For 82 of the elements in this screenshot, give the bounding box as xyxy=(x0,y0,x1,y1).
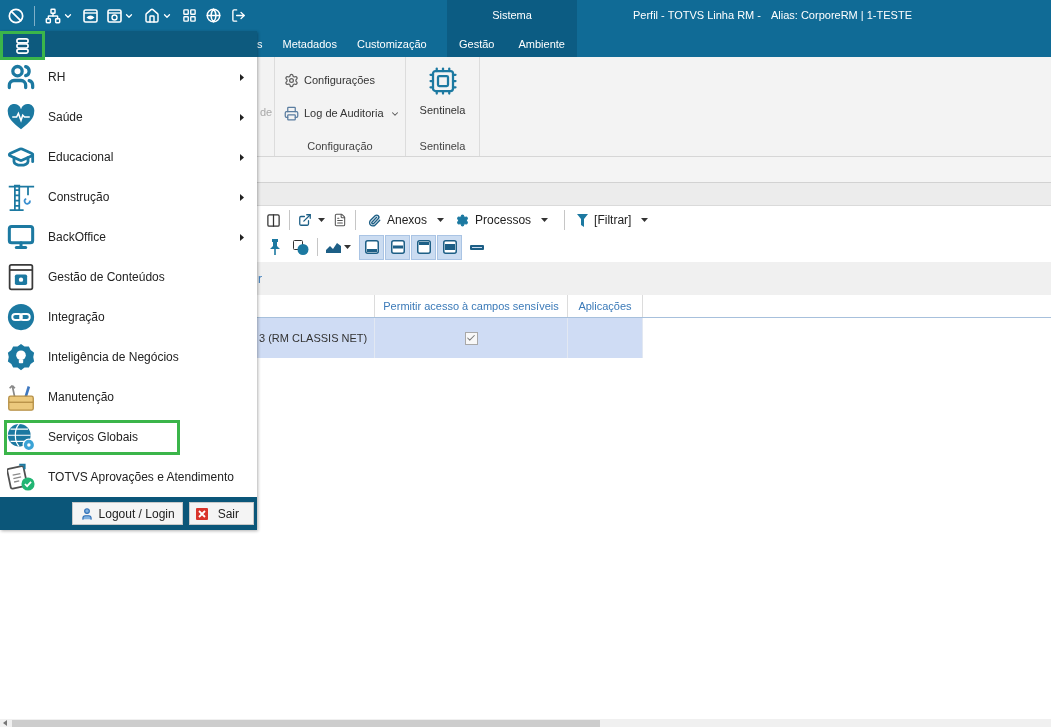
layout-toggle-button[interactable] xyxy=(411,234,436,260)
window-icon[interactable] xyxy=(107,8,122,23)
menu-item[interactable]: RH xyxy=(0,57,257,97)
window-eye-icon[interactable] xyxy=(83,8,98,23)
gear-icon xyxy=(456,213,470,227)
grid-icon[interactable] xyxy=(182,8,197,23)
layout-icon xyxy=(390,240,405,254)
link-icon xyxy=(7,303,35,331)
filter-icon xyxy=(577,213,589,227)
document-icon[interactable] xyxy=(333,213,347,227)
app-window-icon xyxy=(7,263,35,291)
layout-toggle-button[interactable] xyxy=(385,234,410,260)
paperclip-icon xyxy=(368,213,381,227)
chip-icon xyxy=(427,66,458,96)
shapes-icon[interactable] xyxy=(293,239,309,255)
ribbon-group-label: Configuração xyxy=(307,138,373,154)
filter-link[interactable]: r xyxy=(258,269,262,288)
ban-icon[interactable] xyxy=(8,7,24,24)
filter-button[interactable]: [Filtrar] xyxy=(573,208,653,232)
layout-icon xyxy=(442,240,457,254)
context-group-label: Sistema xyxy=(492,8,532,24)
area-chart-icon[interactable] xyxy=(326,241,341,253)
alias-label: Alias: CorporeRM | 1-TESTE xyxy=(770,8,912,24)
pin-icon[interactable] xyxy=(270,239,280,255)
menu-item[interactable]: Integração xyxy=(0,297,257,337)
menu-button[interactable] xyxy=(0,31,45,60)
menu-item[interactable]: Serviços Globais xyxy=(0,417,257,457)
org-chart-icon[interactable] xyxy=(45,7,61,24)
window-title: Perfil - TOTVS Linha RM - xyxy=(633,8,761,24)
bar-icon[interactable] xyxy=(470,244,484,250)
globe-icon[interactable] xyxy=(206,8,221,23)
clipboard-check-icon xyxy=(7,463,35,491)
exit-icon[interactable] xyxy=(231,8,246,23)
caret-icon[interactable] xyxy=(437,218,445,222)
menu-item[interactable]: Construção xyxy=(0,177,257,217)
person-icon xyxy=(79,506,94,521)
scrollbar-thumb[interactable] xyxy=(12,719,600,727)
caret-icon[interactable] xyxy=(541,218,549,222)
home-icon[interactable] xyxy=(144,7,160,24)
menu-item[interactable]: Manutenção xyxy=(0,377,257,417)
x-icon xyxy=(195,507,208,520)
checkbox[interactable] xyxy=(464,331,478,345)
ribbon-group-label: Sentinela xyxy=(419,138,466,154)
menu-item[interactable]: Saúde xyxy=(0,97,257,137)
crane-icon xyxy=(7,183,35,211)
menu-icon xyxy=(16,37,29,54)
layout-icon xyxy=(364,240,379,254)
layout-toggle-button[interactable] xyxy=(437,234,462,260)
printer-icon xyxy=(284,106,299,121)
layout-toggle-button[interactable] xyxy=(359,234,384,260)
logout-button[interactable]: Logout / Login xyxy=(71,502,183,525)
menu-item[interactable]: TOTVS Aprovações e Atendimento xyxy=(0,457,257,497)
toolbox-icon xyxy=(7,383,35,411)
monitor-icon xyxy=(7,223,35,251)
heart-pulse-icon xyxy=(7,103,35,131)
table-cell-text: 3 (RM CLASSIS NET) xyxy=(259,330,368,346)
menu-item[interactable]: Educacional xyxy=(0,137,257,177)
ribbon-button[interactable]: Log de Auditoria xyxy=(275,97,405,130)
menu-item[interactable]: BackOffice xyxy=(0,217,257,257)
ribbon-button[interactable]: Configurações xyxy=(275,64,405,97)
checkmark-icon xyxy=(466,333,476,343)
globe-badge-icon xyxy=(7,423,35,451)
attachments-button[interactable]: Anexos xyxy=(364,208,449,232)
column-header[interactable]: Aplicações xyxy=(578,297,632,315)
table-row[interactable]: 3 (RM CLASSIS NET) xyxy=(257,318,643,358)
menu-item[interactable]: Gestão de Conteúdos xyxy=(0,257,257,297)
ribbon-button[interactable]: Sentinela xyxy=(419,66,466,119)
caret-icon[interactable] xyxy=(318,218,325,222)
menu-item[interactable]: Inteligência de Negócios xyxy=(0,337,257,377)
scroll-left-arrow-icon[interactable] xyxy=(3,720,7,726)
lightbulb-icon xyxy=(7,343,35,371)
layout-icon xyxy=(416,240,431,254)
columns-icon[interactable] xyxy=(266,212,281,228)
exit-button[interactable]: Sair xyxy=(188,502,254,525)
people-icon xyxy=(7,63,35,91)
processes-button[interactable]: Processos xyxy=(452,208,553,232)
export-icon[interactable] xyxy=(298,213,312,227)
horizontal-scrollbar[interactable] xyxy=(0,719,1051,727)
caret-icon[interactable] xyxy=(344,245,351,249)
gear-icon xyxy=(284,73,299,88)
caret-icon[interactable] xyxy=(641,218,649,222)
column-header[interactable]: Permitir acesso à campos sensíveis xyxy=(383,297,559,315)
